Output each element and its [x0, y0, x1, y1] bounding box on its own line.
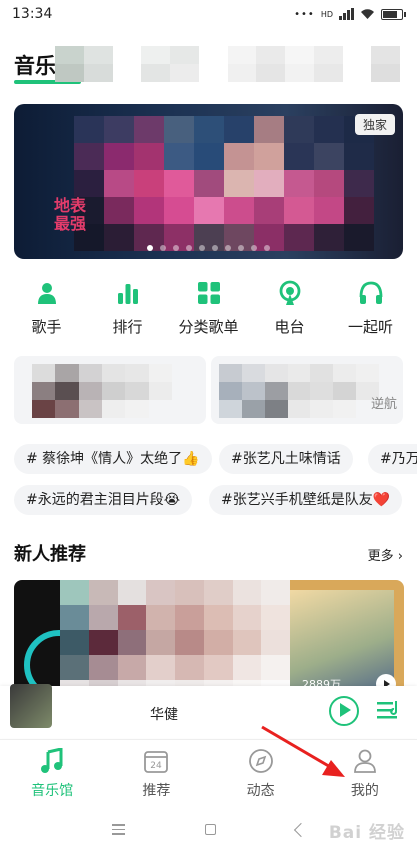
top-header: 音乐 [0, 40, 417, 90]
mini-player-album-art[interactable] [10, 684, 52, 728]
carousel-dot[interactable] [225, 245, 231, 251]
promo-card-2-blurred [219, 364, 379, 418]
tab-recommend[interactable]: 24 推荐 [106, 740, 206, 801]
carousel-dot[interactable] [264, 245, 270, 251]
carousel-dot[interactable] [173, 245, 179, 251]
category-icon [197, 282, 220, 304]
carousel-dot[interactable] [212, 245, 218, 251]
exclusive-badge: 独家 [354, 114, 395, 135]
mini-player-song-title: 华健 [150, 707, 178, 723]
nav-chart-label: 排行 [112, 318, 143, 336]
radio-icon [279, 280, 300, 305]
tab-music-hall[interactable]: 音乐馆 [2, 740, 102, 801]
signal-icon [339, 8, 354, 20]
chart-icon [117, 284, 138, 304]
hot-tag[interactable]: #乃万 [368, 444, 417, 474]
carousel-dot[interactable] [251, 245, 257, 251]
song-card-3[interactable]: 2889万 [280, 580, 404, 700]
promo-card-2-subtitle: 逆航 [370, 397, 397, 412]
tab-music-hall-header[interactable]: 音乐 [14, 50, 56, 80]
back-icon[interactable] [293, 822, 308, 837]
play-icon[interactable] [329, 696, 359, 726]
carousel-dots[interactable] [14, 245, 403, 251]
carousel-dot[interactable] [147, 245, 153, 251]
nav-listen-together[interactable]: 一起听 [332, 280, 410, 344]
nav-chart[interactable]: 排行 [89, 280, 167, 344]
singer-icon [37, 283, 56, 304]
profile-icon [353, 749, 376, 773]
more-link[interactable]: 更多 › [368, 545, 403, 564]
wifi-icon [361, 9, 374, 19]
hot-tag[interactable]: #张艺凡土味情话 [219, 444, 353, 474]
tab-mine-label: 我的 [350, 783, 379, 799]
carousel-dot[interactable] [238, 245, 244, 251]
playlist-icon[interactable] [377, 700, 401, 722]
tab-recommend-label: 推荐 [142, 783, 171, 799]
menu-icon[interactable] [111, 824, 125, 835]
music-note-icon [41, 748, 63, 773]
dot-menu-icon: ••• [294, 8, 315, 20]
banner-image-blurred [74, 116, 374, 251]
status-bar: 13:34 ••• HD [0, 0, 417, 28]
nav-category-label: 分类歌单 [178, 318, 239, 336]
bottom-tab-bar: 音乐馆 24 推荐 动态 我的 [0, 739, 417, 801]
nav-singer[interactable]: 歌手 [8, 280, 86, 344]
status-icons: ••• HD [294, 8, 406, 20]
promo-card-2[interactable]: 逆航 [211, 356, 403, 424]
section-title-new-recommend: 新人推荐 [14, 544, 86, 565]
home-icon[interactable] [204, 824, 216, 835]
compass-icon [248, 749, 273, 773]
tab-feed[interactable]: 动态 [211, 740, 311, 801]
watermark: Bai 经验 [328, 823, 405, 843]
calendar-icon: 24 [144, 751, 169, 773]
hot-tag[interactable]: # 蔡徐坤《情人》太绝了👍 [14, 444, 212, 474]
carousel-dot[interactable] [160, 245, 166, 251]
nav-radio[interactable]: 电台 [251, 280, 329, 344]
hot-tag[interactable]: #张艺兴手机壁纸是队友❤️ [209, 485, 403, 515]
nav-category[interactable]: 分类歌单 [170, 280, 248, 344]
mini-player[interactable]: 华健 [0, 684, 417, 738]
banner-caption-line2: 最强 [54, 214, 87, 233]
quick-nav: 歌手 排行 分类歌单 电台 一起听 [0, 280, 417, 344]
promo-card-1-blurred [32, 364, 172, 418]
tab-music-hall-label: 音乐馆 [31, 783, 74, 799]
calendar-day: 24 [151, 761, 163, 771]
promo-card-1[interactable] [14, 356, 206, 424]
carousel-dot[interactable] [199, 245, 205, 251]
network-label: HD [320, 9, 333, 19]
nav-radio-label: 电台 [274, 318, 305, 336]
nav-singer-label: 歌手 [31, 318, 62, 336]
blurred-header-tabs [55, 46, 400, 82]
nav-listen-together-label: 一起听 [347, 318, 393, 336]
tab-feed-label: 动态 [246, 783, 275, 799]
tab-mine[interactable]: 我的 [315, 740, 415, 801]
status-time: 13:34 [12, 6, 53, 22]
headphones-icon [359, 281, 382, 304]
carousel-banner[interactable]: 地表 最强 独家 [14, 104, 403, 259]
battery-icon [381, 8, 406, 20]
carousel-dot[interactable] [186, 245, 192, 251]
hot-tag[interactable]: #永远的君主泪目片段😭 [14, 485, 193, 515]
